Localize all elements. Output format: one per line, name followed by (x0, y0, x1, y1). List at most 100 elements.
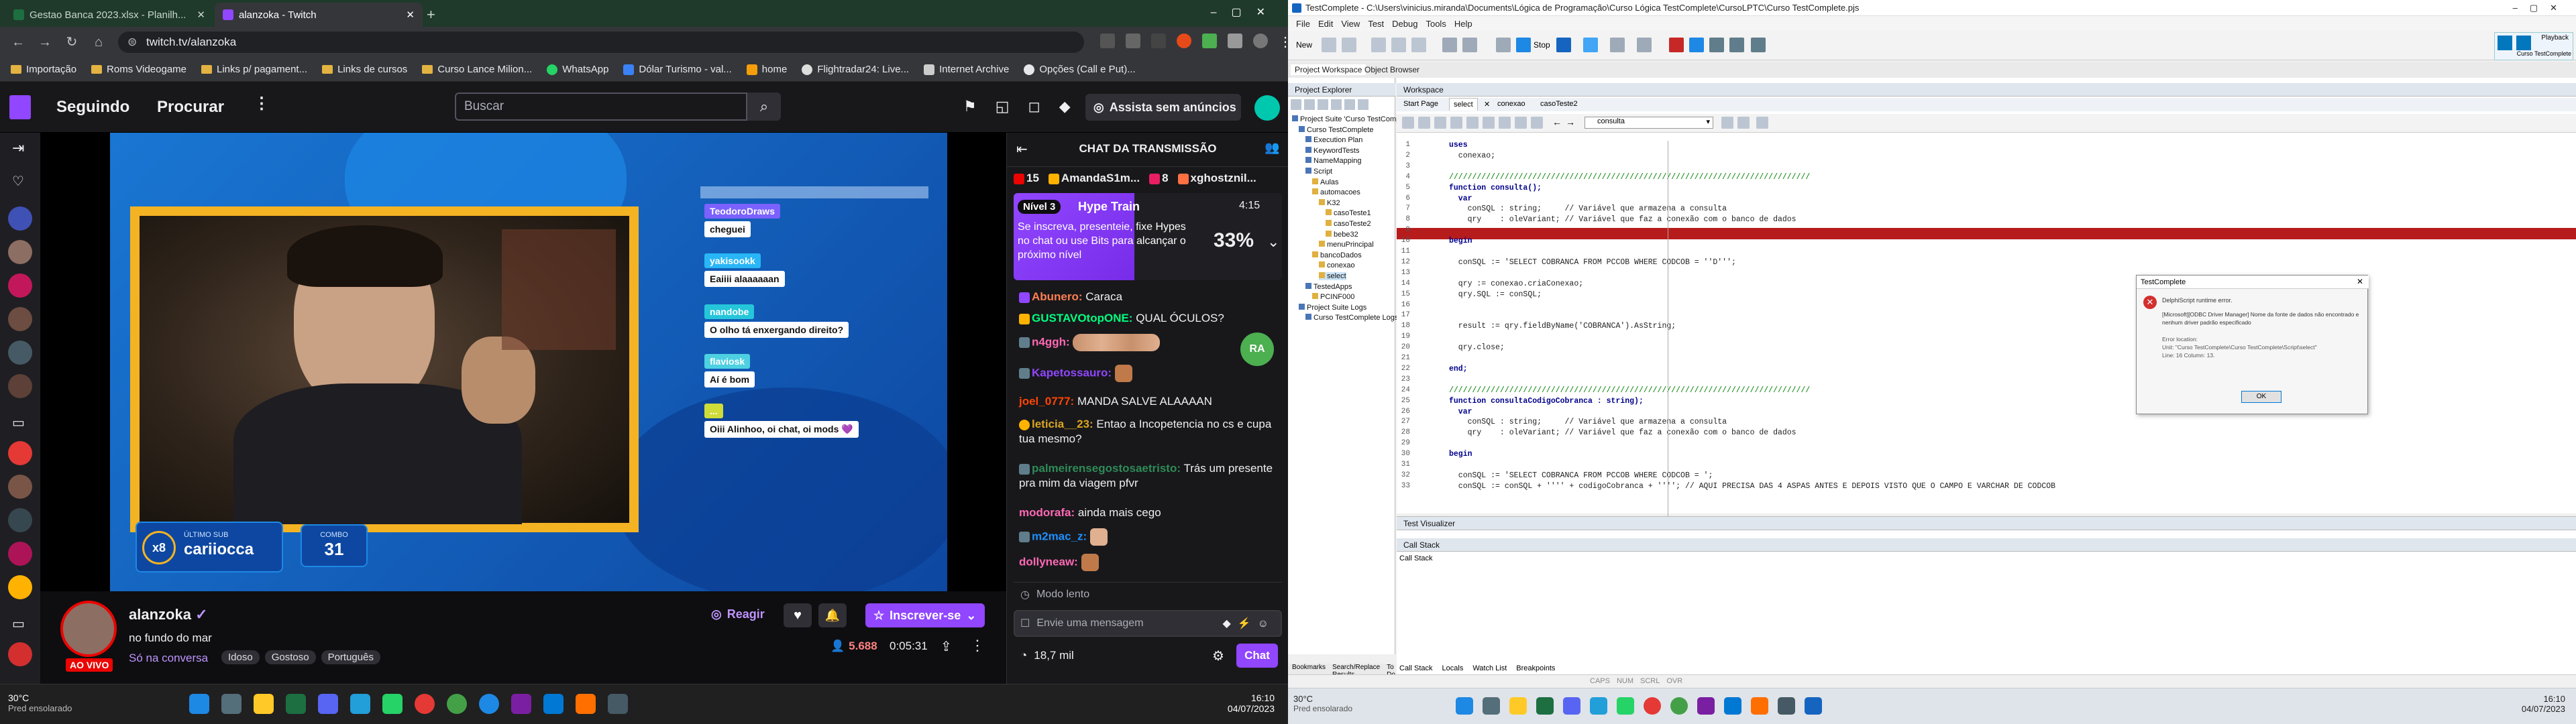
code-line[interactable]: function consultaCodigoCobranca : string… (1449, 397, 1644, 406)
tool-icon[interactable] (1751, 38, 1766, 52)
react-button[interactable]: ◎ Reagir (711, 607, 765, 621)
cut-icon[interactable] (1371, 38, 1386, 52)
undo-icon[interactable] (1442, 38, 1457, 52)
code-line[interactable]: begin (1449, 450, 1472, 459)
code-line[interactable]: ////////////////////////////////////////… (1449, 386, 1810, 395)
url-input[interactable]: ⊜ twitch.tv/alanzoka (118, 32, 1084, 53)
weather-widget[interactable]: 30°C Pred ensolarado (8, 692, 72, 713)
playback-panel[interactable]: Playback Curso TestComplete (2494, 32, 2573, 60)
tool-icon[interactable] (1689, 38, 1704, 52)
bookmark-item[interactable]: home (746, 64, 787, 75)
app-icon[interactable] (1697, 697, 1715, 715)
hype-train-card[interactable]: Nível 3 Hype Train 4:15 Se inscreva, pre… (1014, 193, 1282, 280)
tab-call-stack[interactable]: Call Stack (1399, 664, 1433, 672)
reload-icon[interactable]: ↻ (63, 34, 80, 51)
tool-icon[interactable] (1709, 38, 1724, 52)
explorer-tool-icon[interactable] (1331, 99, 1342, 110)
channel-points-avatar[interactable]: RA (1240, 333, 1274, 366)
start-menu-icon[interactable] (189, 694, 209, 714)
chrome-icon[interactable] (1644, 697, 1661, 715)
uncomment-icon[interactable] (1450, 117, 1462, 129)
file-explorer-icon[interactable] (254, 694, 274, 714)
forward-icon[interactable]: → (36, 34, 54, 51)
object-spy-icon[interactable] (1669, 38, 1684, 52)
outdent-icon[interactable] (1418, 117, 1430, 129)
channel-avatar[interactable] (8, 374, 32, 398)
subscribe-button[interactable]: ☆ Inscrever-se ⌄ (865, 603, 985, 627)
video-player[interactable]: TeodoroDraws cheguei yakisookk Eaiiii al… (40, 133, 1006, 591)
clock[interactable]: 16:10 04/07/2023 (1228, 692, 1275, 714)
close-icon[interactable]: ✕ (2357, 277, 2363, 286)
tab-todo[interactable]: To Do (1387, 664, 1395, 678)
bookmark-item[interactable]: Importação (11, 64, 76, 75)
menu-edit[interactable]: Edit (1318, 19, 1333, 29)
channel-avatar[interactable] (8, 575, 32, 599)
bookmark-item[interactable]: Roms Videogame (91, 64, 186, 75)
gifter-item[interactable]: 8 (1149, 172, 1169, 185)
menu-file[interactable]: File (1296, 19, 1310, 29)
tab-twitch[interactable]: alanzoka - Twitch ✕ (215, 3, 423, 27)
prime-loot-icon[interactable]: ⚑ (963, 98, 977, 115)
chrome-icon[interactable] (415, 694, 435, 714)
bookmark-item[interactable]: Flightradar24: Live... (802, 64, 909, 75)
menu-tools[interactable]: Tools (1426, 19, 1446, 29)
open-icon[interactable] (1322, 38, 1336, 52)
telegram-icon[interactable] (1590, 697, 1607, 715)
tab-casoteste2[interactable]: casoTeste2 (1540, 100, 1578, 108)
bookmark-star-icon[interactable] (1126, 34, 1140, 48)
app-icon[interactable] (1778, 697, 1795, 715)
paste-icon[interactable] (1411, 38, 1426, 52)
tree-item[interactable]: TestedApps (1305, 282, 1352, 291)
gifter-item[interactable]: 15 (1014, 172, 1039, 185)
code-line[interactable]: qry.SQL := conSQL; (1449, 290, 1542, 299)
code-line[interactable]: conSQL : string; // Variável que armazen… (1449, 204, 1727, 213)
telegram-icon[interactable] (350, 694, 370, 714)
chrome-icon[interactable] (447, 694, 467, 714)
more-kebab-icon[interactable]: ⋮ (254, 94, 270, 113)
tab-search-replace[interactable]: Search/Replace Results (1332, 664, 1380, 678)
tab-start-page[interactable]: Start Page (1403, 100, 1438, 108)
new-button[interactable]: New (1296, 40, 1312, 50)
explorer-tool-icon[interactable] (1318, 99, 1328, 110)
code-line[interactable]: qry := conexao.criaConexao; (1449, 280, 1583, 288)
pause-icon[interactable] (1556, 38, 1571, 52)
code-line[interactable]: conSQL := 'SELECT COBRANCA FROM PCCOB WH… (1449, 258, 1736, 267)
search-icon[interactable]: ⌕ (747, 93, 781, 121)
save-icon[interactable] (1342, 38, 1356, 52)
code-line[interactable]: conexao; (1449, 152, 1495, 160)
chevron-down-icon[interactable]: ⌄ (1267, 233, 1279, 251)
chat-settings-icon[interactable]: ⚙ (1212, 648, 1224, 664)
weather-widget[interactable]: 30°C Pred ensolarado (1293, 694, 1352, 713)
explorer-tool-icon[interactable] (1358, 99, 1368, 110)
close-icon[interactable]: ✕ (1484, 100, 1490, 109)
notification-bell-button[interactable]: 🔔 (818, 603, 847, 627)
twitch-logo-icon[interactable] (9, 95, 31, 119)
tab-locals[interactable]: Locals (1442, 664, 1464, 672)
app-icon[interactable] (608, 694, 628, 714)
window-controls[interactable]: –▢✕ (1211, 5, 1280, 19)
category-link[interactable]: Só na conversa (129, 652, 208, 665)
testcomplete-icon[interactable] (1805, 697, 1822, 715)
tool-icon[interactable] (1729, 38, 1744, 52)
chat-input[interactable]: ☐ Envie uma mensagem ◆⚡☺ (1014, 610, 1282, 637)
vscode-icon[interactable] (1724, 697, 1741, 715)
indent-icon[interactable] (1402, 117, 1414, 129)
tree-item[interactable]: Execution Plan (1305, 136, 1362, 144)
tree-item[interactable]: bebe32 (1326, 230, 1358, 239)
tag[interactable]: Português (321, 650, 380, 664)
file-explorer-icon[interactable] (1509, 697, 1527, 715)
code-line[interactable]: uses (1449, 141, 1468, 149)
tab-bookmarks[interactable]: Bookmarks (1292, 664, 1326, 674)
tab-watch-list[interactable]: Watch List (1472, 664, 1507, 672)
stop-icon[interactable] (1516, 38, 1531, 52)
run-icon[interactable] (1496, 38, 1511, 52)
nav-browse[interactable]: Procurar (157, 98, 224, 117)
app-icon[interactable] (1751, 697, 1768, 715)
channel-avatar[interactable] (8, 508, 32, 532)
bookmark-item[interactable]: Dólar Turismo - val... (623, 64, 732, 75)
new-tab-button[interactable]: + (419, 3, 445, 27)
record-icon[interactable] (1583, 38, 1598, 52)
code-line[interactable]: ////////////////////////////////////////… (1449, 173, 1810, 182)
channel-avatar[interactable] (8, 341, 32, 365)
tab-object-browser[interactable]: Object Browser (1360, 64, 1424, 75)
